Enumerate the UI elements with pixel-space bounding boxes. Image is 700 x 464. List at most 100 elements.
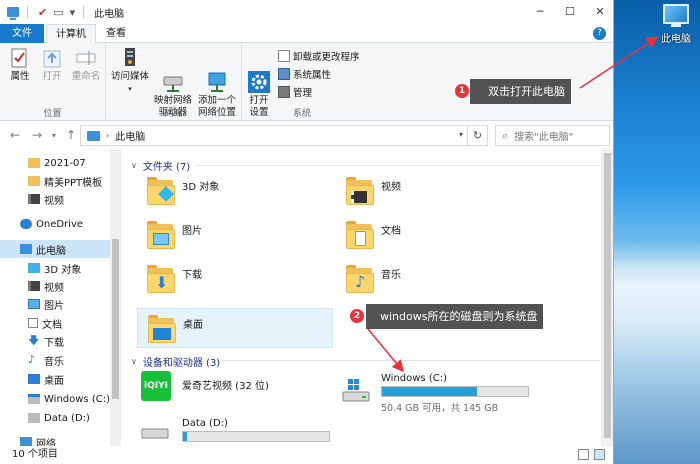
nav-item-3d-objects[interactable]: 3D 对象 [0, 259, 110, 277]
address-bar[interactable]: › 此电脑 ▾ ↻ [80, 125, 488, 146]
folder-desktop[interactable]: 桌面 [137, 308, 333, 348]
customize-quick-access-button[interactable]: ▾ [70, 6, 76, 19]
nav-item-videos[interactable]: 视频 [0, 190, 110, 208]
network-drive-icon [162, 59, 184, 92]
collapse-arrow-icon[interactable]: ∨ [131, 357, 137, 366]
folder-documents[interactable]: 文档 [336, 215, 526, 255]
nav-item-videos-2[interactable]: 视频 [0, 277, 110, 295]
nav-item-pictures[interactable]: 图片 [0, 295, 110, 313]
drive-icon [28, 413, 40, 423]
nav-item-label: 视频 [44, 195, 64, 207]
collapse-arrow-icon[interactable]: ∨ [131, 161, 137, 170]
tab-file[interactable]: 文件 [0, 24, 44, 43]
folder-name: 文档 [381, 226, 401, 237]
forward-button[interactable]: → [32, 128, 42, 142]
nav-item-this-pc[interactable]: 此电脑 [0, 240, 110, 258]
drive-usage-fill [382, 387, 477, 396]
minimize-button[interactable]: ─ [525, 0, 555, 24]
nav-item-documents[interactable]: 文档 [0, 314, 110, 332]
maximize-button[interactable]: ☐ [555, 0, 585, 24]
folder-downloads[interactable]: ⬇ 下载 [137, 259, 327, 299]
window-title: 此电脑 [94, 8, 125, 20]
new-folder-icon[interactable]: ▭ [53, 6, 63, 19]
nav-item-downloads[interactable]: 🡇 下载 [0, 332, 110, 350]
nav-item-label: 下载 [44, 337, 64, 349]
nav-item-desktop[interactable]: 桌面 [0, 370, 110, 388]
title-bar: ✔ ▭ ▾ 此电脑 ─ ☐ ✕ [0, 0, 613, 24]
desktop-this-pc-icon[interactable]: 此电脑 [656, 4, 696, 45]
group-label-location: 位置 [43, 109, 62, 119]
folder-3d-objects[interactable]: 3D 对象 [137, 171, 327, 211]
nav-item-2021-07[interactable]: 2021-07 [0, 154, 110, 172]
nav-scrollbar-thumb[interactable] [112, 239, 119, 399]
group-label-network: 网络 [164, 109, 183, 119]
properties-button[interactable]: 属性 [6, 47, 34, 83]
download-icon: 🡇 [28, 334, 40, 347]
drive-d[interactable]: Data (D:) [137, 413, 337, 446]
nav-item-drive-d[interactable]: Data (D:) [0, 409, 110, 427]
drive-name: Data (D:) [182, 418, 228, 429]
drive-icon [141, 427, 169, 439]
details-view-button[interactable] [578, 449, 589, 460]
folder-name: 音乐 [381, 270, 401, 281]
folder-pictures[interactable]: 图片 [137, 215, 327, 255]
chevron-right-icon[interactable]: › [106, 131, 109, 140]
system-properties-button[interactable]: 系统属性 [278, 67, 331, 81]
pc-icon [20, 244, 32, 254]
divider [27, 6, 28, 18]
help-icon[interactable]: ? [593, 27, 606, 40]
recent-locations-button[interactable]: ▾ [52, 131, 56, 140]
address-path[interactable]: 此电脑 [115, 128, 145, 143]
properties-check-icon[interactable]: ✔ [38, 6, 47, 19]
windows-drive-icon [342, 379, 370, 403]
iqiyi-app-icon: iQIYI [141, 371, 171, 401]
device-iqiyi[interactable]: iQIYI 爱奇艺视频 (32 位) [137, 369, 327, 409]
up-button[interactable]: ↑ [66, 128, 76, 142]
drive-c[interactable]: Windows (C:) 50.4 GB 可用，共 145 GB [336, 369, 536, 417]
rename-label: 重命名 [71, 71, 101, 82]
search-input[interactable]: ⌕ 搜索"此电脑" [495, 125, 610, 146]
tab-view[interactable]: 查看 [96, 24, 136, 43]
nav-item-drive-c[interactable]: Windows (C:) [0, 390, 110, 408]
nav-item-ppt-templates[interactable]: 精美PPT模板 [0, 172, 110, 190]
content-pane: ∨ 文件夹 (7) 3D 对象 视频 图片 文档 ⬇ 下载 ♪ 音乐 桌面 ∨ … [121, 149, 613, 446]
search-icon: ⌕ [502, 128, 509, 142]
content-scrollbar-thumb[interactable] [604, 153, 611, 438]
large-icons-view-button[interactable] [594, 449, 605, 460]
cube-icon [28, 263, 40, 273]
folder-icon [28, 158, 40, 168]
uninstall-programs-button[interactable]: 卸载或更改程序 [278, 49, 360, 63]
close-button[interactable]: ✕ [585, 0, 613, 24]
folder-name: 桌面 [183, 320, 203, 331]
nav-item-music[interactable]: ♪ 音乐 [0, 351, 110, 369]
open-button[interactable]: 打开 [38, 47, 66, 83]
navigation-pane: 2021-07 精美PPT模板 视频 OneDrive 此电脑 3D 对象 视频 [0, 149, 121, 450]
properties-icon [9, 47, 31, 69]
nav-scrollbar[interactable] [110, 149, 121, 446]
picture-icon [153, 233, 169, 245]
folder-name: 下载 [182, 270, 202, 281]
nav-item-label: 3D 对象 [44, 264, 82, 276]
nav-item-label: Data (D:) [44, 412, 90, 424]
callout-2: windows所在的磁盘则为系统盘 [366, 304, 544, 329]
rename-button[interactable]: 重命名 [70, 47, 102, 83]
tab-computer[interactable]: 计算机 [46, 24, 96, 43]
manage-button[interactable]: 管理 [278, 85, 312, 99]
callout-number-badge: 2 [350, 309, 364, 323]
address-dropdown-button[interactable]: ▾ [459, 130, 463, 139]
nav-item-label: 此电脑 [36, 245, 66, 257]
devices-section-header[interactable]: ∨ 设备和驱动器 (3) [131, 354, 220, 369]
folder-music[interactable]: ♪ 音乐 [336, 259, 526, 299]
properties-label: 属性 [10, 71, 30, 82]
device-name: 爱奇艺视频 (32 位) [182, 381, 269, 392]
document-icon [28, 318, 38, 328]
content-scrollbar[interactable] [601, 149, 613, 446]
video-icon [28, 194, 40, 204]
folder-videos[interactable]: 视频 [336, 171, 526, 211]
folder-icon [346, 175, 376, 207]
access-media-button[interactable]: 访问媒体 ▾ [110, 47, 150, 95]
refresh-button[interactable]: ↻ [467, 126, 487, 145]
callout-number-badge: 1 [455, 84, 469, 98]
nav-item-onedrive[interactable]: OneDrive [0, 215, 110, 233]
back-button[interactable]: ← [10, 128, 20, 142]
